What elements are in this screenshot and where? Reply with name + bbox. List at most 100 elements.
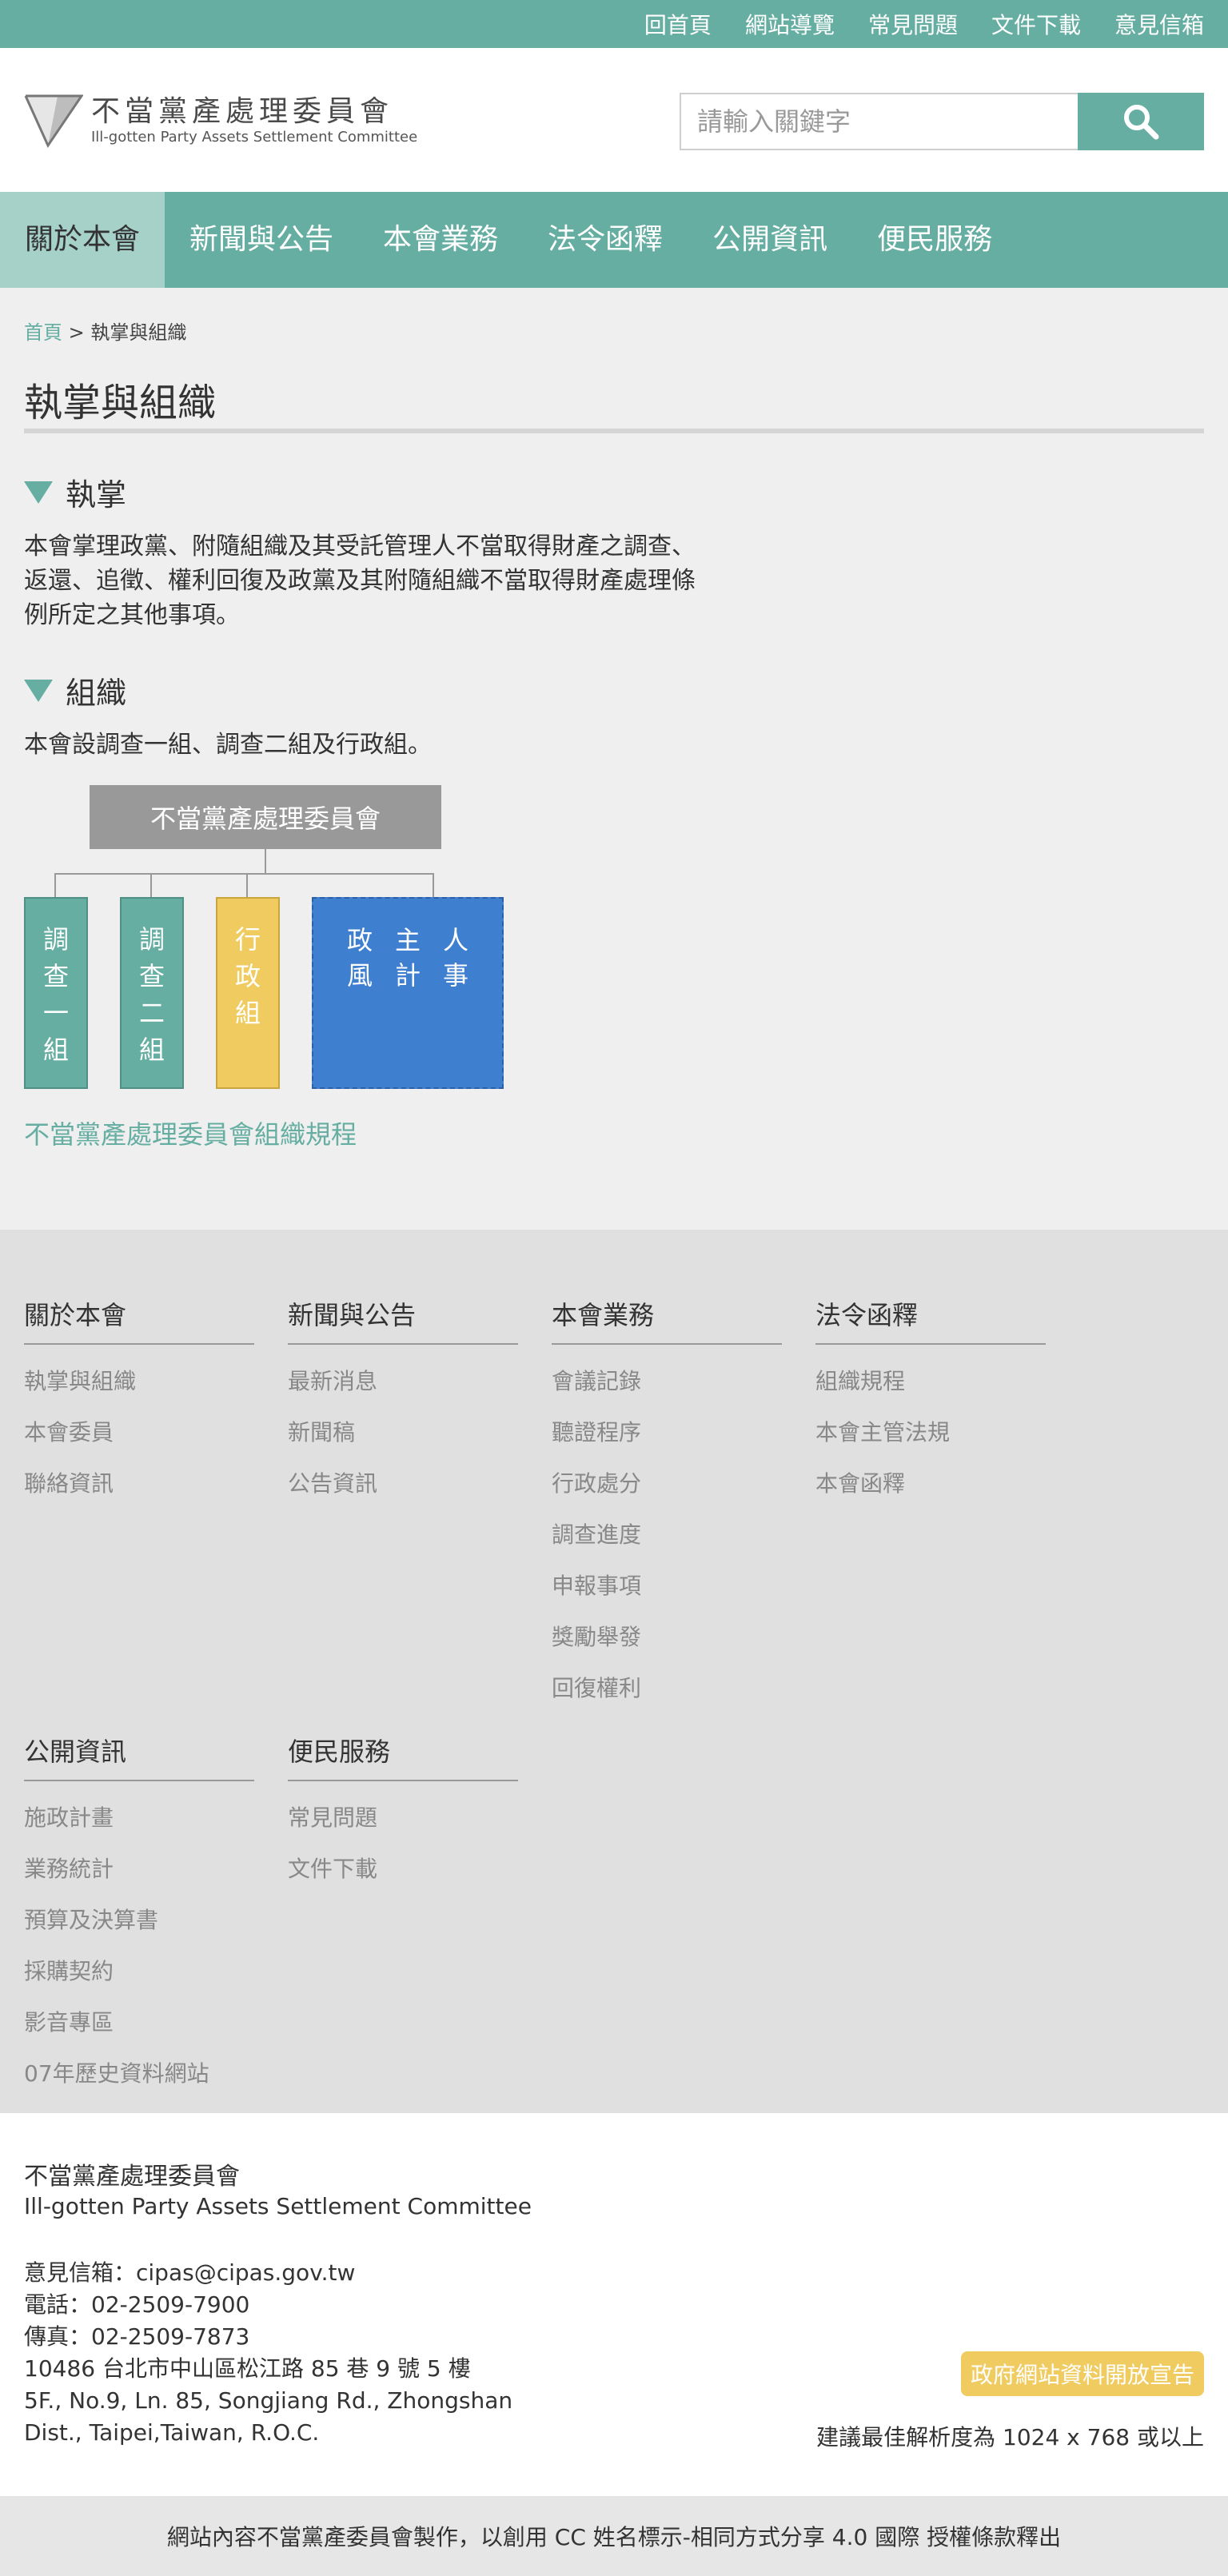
org-chart: 不當黨產處理委員會 調 查 一 組 調 查 二 組 行 政 組 政 風 主 計 …: [24, 785, 520, 1089]
search-input[interactable]: [680, 93, 1078, 150]
sitemap-link[interactable]: 調查進度: [552, 1521, 782, 1549]
org-unit-char: 查: [42, 961, 69, 991]
org-chart-top-node: 不當黨產處理委員會: [90, 785, 441, 849]
main-nav: 關於本會 新聞與公告 本會業務 法令函釋 公開資訊 便民服務: [0, 192, 1228, 288]
search-icon: [1124, 105, 1159, 140]
org-unit-char: 組: [138, 1035, 165, 1065]
sitemap-link[interactable]: 行政處分: [552, 1469, 782, 1498]
sitemap-link[interactable]: 施政計畫: [24, 1804, 254, 1832]
sitemap-column-laws: 法令函釋 組織規程 本會主管法規 本會函釋: [815, 1295, 1046, 1498]
organization-rules-link[interactable]: 不當黨產處理委員會組織規程: [24, 1115, 357, 1151]
sitemap-column-services: 便民服務 常見問題 文件下載: [288, 1732, 518, 1884]
main-content: 首頁 > 執掌與組織 執掌與組織 執掌 本會掌理政黨、附隨組織及其受託管理人不當…: [0, 288, 1228, 1230]
nav-item-laws[interactable]: 法令函釋: [523, 192, 688, 288]
site-header: 不當黨產處理委員會 Ill-gotten Party Assets Settle…: [0, 48, 1228, 192]
org-office-char: 人: [443, 925, 469, 955]
org-connector: [246, 873, 248, 897]
search-button[interactable]: [1078, 93, 1204, 150]
org-unit-char: 組: [42, 1035, 69, 1065]
title-divider: [24, 429, 1204, 433]
org-unit-char: 調: [138, 924, 165, 955]
org-unit-administration: 行 政 組: [216, 897, 280, 1089]
sitemap-link[interactable]: 本會主管法規: [815, 1418, 1046, 1447]
sitemap-link[interactable]: 聽證程序: [552, 1418, 782, 1447]
site-logo[interactable]: 不當黨產處理委員會 Ill-gotten Party Assets Settle…: [24, 93, 417, 149]
org-office-char: 主: [394, 925, 421, 955]
sitemap-column-title: 公開資訊: [24, 1732, 254, 1781]
nav-item-public-info[interactable]: 公開資訊: [688, 192, 852, 288]
sitemap-link[interactable]: 會議記錄: [552, 1367, 782, 1396]
sitemap-link[interactable]: 07年歷史資料網站: [24, 2060, 254, 2088]
open-data-declaration-badge[interactable]: 政府網站資料開放宣告: [960, 2351, 1204, 2396]
search-form: [680, 93, 1204, 150]
section-heading-duties: 執掌: [24, 470, 126, 514]
topbar-link-feedback[interactable]: 意見信箱: [1114, 8, 1204, 40]
footer-org-name-en: Ill-gotten Party Assets Settlement Commi…: [24, 2193, 532, 2219]
sitemap-column-business: 本會業務 會議記錄 聽證程序 行政處分 調查進度 申報事項 獎勵舉發 回復權利: [552, 1295, 782, 1703]
sitemap-link[interactable]: 預算及決算書: [24, 1906, 254, 1935]
sitemap-column-title: 法令函釋: [815, 1295, 1046, 1345]
nav-item-news[interactable]: 新聞與公告: [165, 192, 358, 288]
duties-paragraph: 本會掌理政黨、附隨組織及其受託管理人不當取得財產之調查、 返還、追徵、權利回復及…: [24, 529, 760, 632]
organization-paragraph: 本會設調查一組、調查二組及行政組。: [24, 731, 432, 759]
breadcrumb-current: 執掌與組織: [90, 321, 187, 344]
org-connector: [265, 849, 266, 873]
sitemap-link[interactable]: 影音專區: [24, 2008, 254, 2037]
sitemap-link[interactable]: 獎勵舉發: [552, 1623, 782, 1652]
org-office-char: 計: [394, 960, 421, 991]
footer-address-en-1: 5F., No.9, Ln. 85, Songjiang Rd., Zhongs…: [24, 2387, 513, 2414]
org-unit-char: 行: [234, 924, 261, 955]
topbar-link-faq[interactable]: 常見問題: [868, 8, 958, 40]
section-heading-duties-text: 執掌: [66, 477, 127, 512]
page-title: 執掌與組織: [24, 381, 217, 425]
sitemap-link[interactable]: 業務統計: [24, 1855, 254, 1884]
footer-email: 意見信箱：cipas@cipas.gov.tw: [24, 2259, 356, 2286]
logo-title-en: Ill-gotten Party Assets Settlement Commi…: [91, 129, 418, 146]
topbar-link-home[interactable]: 回首頁: [644, 8, 712, 40]
sitemap-link[interactable]: 組織規程: [815, 1367, 1046, 1396]
sitemap-link[interactable]: 本會委員: [24, 1418, 254, 1447]
sitemap-link[interactable]: 本會函釋: [815, 1469, 1046, 1498]
logo-title-zh: 不當黨產處理委員會: [91, 95, 394, 128]
sitemap-link[interactable]: 新聞稿: [288, 1418, 518, 1447]
sitemap-column-title: 關於本會: [24, 1295, 254, 1345]
triangle-down-icon: [24, 481, 53, 504]
org-connector: [54, 873, 56, 897]
sitemap-link[interactable]: 回復權利: [552, 1674, 782, 1703]
sitemap-column-about: 關於本會 執掌與組織 本會委員 聯絡資訊: [24, 1295, 254, 1498]
sitemap-link[interactable]: 最新消息: [288, 1367, 518, 1396]
section-heading-organization: 組織: [24, 668, 126, 712]
org-office-char: 事: [443, 960, 469, 991]
nav-item-services[interactable]: 便民服務: [852, 192, 1017, 288]
sitemap-link[interactable]: 執掌與組織: [24, 1367, 254, 1396]
org-office-char: 政: [346, 925, 373, 955]
org-unit-char: 組: [234, 998, 261, 1028]
org-unit-offices: 政 風 主 計 人 事: [312, 897, 504, 1089]
sitemap-column-news: 新聞與公告 最新消息 新聞稿 公告資訊: [288, 1295, 518, 1498]
sitemap-link[interactable]: 採購契約: [24, 1957, 254, 1986]
sitemap-link[interactable]: 聯絡資訊: [24, 1469, 254, 1498]
footer-address-zh: 10486 台北市中山區松江路 85 巷 9 號 5 樓: [24, 2355, 471, 2382]
org-unit-char: 一: [42, 998, 69, 1028]
sitemap-link[interactable]: 文件下載: [288, 1855, 518, 1884]
sitemap-link[interactable]: 常見問題: [288, 1804, 518, 1832]
sitemap-column-public-info: 公開資訊 施政計畫 業務統計 預算及決算書 採購契約 影音專區 07年歷史資料網…: [24, 1732, 254, 2088]
topbar-link-downloads[interactable]: 文件下載: [991, 8, 1081, 40]
sitemap-link[interactable]: 公告資訊: [288, 1469, 518, 1498]
top-utility-bar: 回首頁 網站導覽 常見問題 文件下載 意見信箱: [0, 0, 1228, 48]
nav-item-about[interactable]: 關於本會: [0, 192, 165, 288]
topbar-link-sitemap[interactable]: 網站導覽: [745, 8, 835, 40]
org-office-personnel: 人 事: [443, 923, 468, 993]
resolution-notice: 建議最佳解析度為 1024 x 768 或以上: [816, 2424, 1204, 2450]
org-unit-investigation-2: 調 查 二 組: [120, 897, 184, 1089]
nav-item-business[interactable]: 本會業務: [358, 192, 523, 288]
org-connector: [54, 873, 434, 875]
breadcrumb: 首頁 > 執掌與組織: [24, 317, 186, 345]
org-unit-char: 政: [234, 961, 261, 991]
sitemap-link[interactable]: 申報事項: [552, 1572, 782, 1601]
org-unit-char: 查: [138, 961, 165, 991]
sitemap-column-title: 新聞與公告: [288, 1295, 518, 1345]
breadcrumb-home[interactable]: 首頁: [24, 321, 62, 344]
footer-sitemap: 關於本會 執掌與組織 本會委員 聯絡資訊 新聞與公告 最新消息 新聞稿 公告資訊…: [0, 1230, 1228, 2113]
sitemap-column-title: 便民服務: [288, 1732, 518, 1781]
